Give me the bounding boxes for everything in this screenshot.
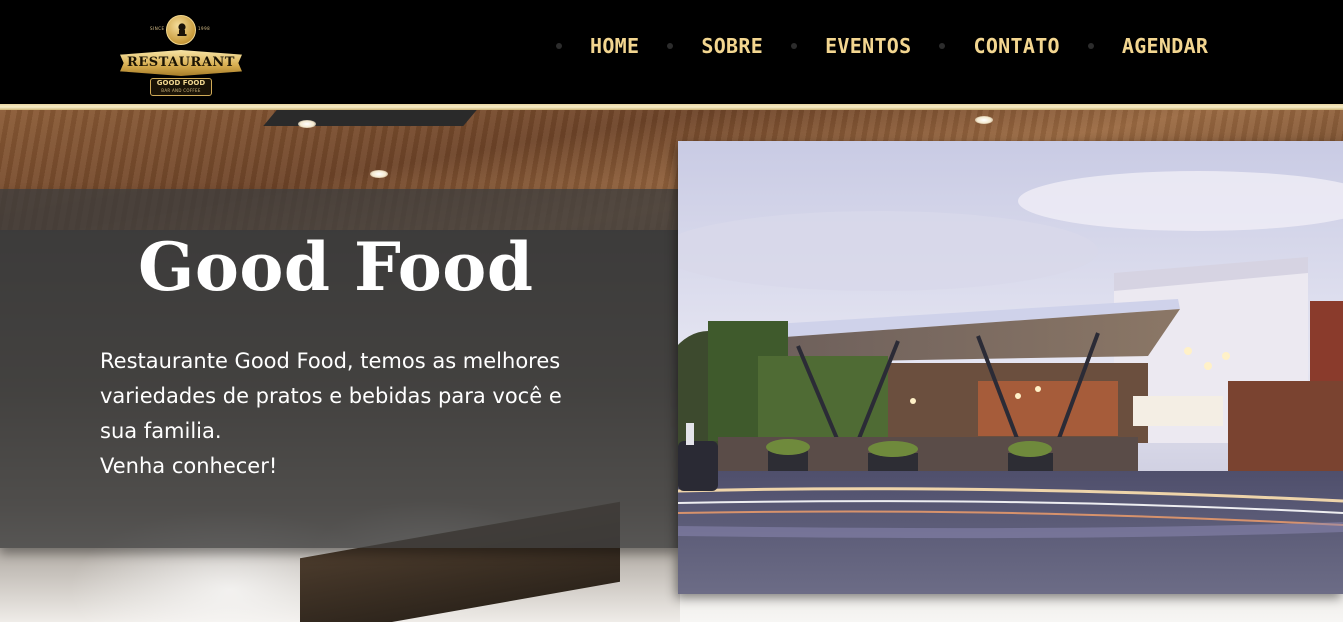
restaurant-exterior-photo: [678, 141, 1343, 594]
logo-name: RESTAURANT: [127, 55, 235, 70]
restaurant-logo[interactable]: SINCE 1998 RESTAURANT GOOD FOOD BAR AND …: [120, 12, 242, 98]
hero-description: Restaurante Good Food, temos as melhores…: [100, 344, 600, 484]
logo-since-right: 1998: [198, 26, 211, 31]
site-header: SINCE 1998 RESTAURANT GOOD FOOD BAR AND …: [0, 0, 1343, 104]
ceiling-light: [975, 116, 993, 124]
hero-text-line: variedades de pratos e bebidas para você…: [100, 384, 562, 408]
logo-subtagline: BAR AND COFFEE: [161, 88, 201, 93]
nav-separator-dot: [939, 43, 946, 49]
nav-agendar-link[interactable]: AGENDAR: [1122, 34, 1208, 58]
nav-home-link[interactable]: HOME: [590, 34, 639, 58]
nav-separator-dot: [667, 43, 674, 49]
nav-eventos-link[interactable]: EVENTOS: [825, 34, 911, 58]
nav-separator-dot: [791, 43, 798, 49]
hero-title: Good Food: [138, 228, 534, 306]
ceiling-light: [370, 170, 388, 178]
logo-since-left: SINCE: [150, 26, 165, 31]
logo-ribbon: RESTAURANT: [120, 50, 242, 76]
hero-text-panel: Good Food Restaurante Good Food, temos a…: [0, 189, 678, 548]
main-nav: HOME SOBRE EVENTOS CONTATO AGENDAR: [556, 30, 1208, 62]
chef-seal-icon: [166, 15, 196, 45]
ceiling-light: [298, 120, 316, 128]
nav-contato-link[interactable]: CONTATO: [973, 34, 1059, 58]
nav-sobre-link[interactable]: SOBRE: [701, 34, 763, 58]
hero-text-line: sua familia.: [100, 419, 222, 443]
hero-text-line: Venha conhecer!: [100, 454, 278, 478]
hero-text-line: Restaurante Good Food, temos as melhores: [100, 349, 561, 373]
hero-section: Good Food Restaurante Good Food, temos a…: [0, 110, 1343, 622]
nav-separator-dot: [556, 43, 562, 49]
logo-tagline: GOOD FOOD: [156, 79, 206, 87]
nav-separator-dot: [1087, 43, 1094, 49]
logo-tagline-plate: GOOD FOOD BAR AND COFFEE: [150, 78, 212, 96]
